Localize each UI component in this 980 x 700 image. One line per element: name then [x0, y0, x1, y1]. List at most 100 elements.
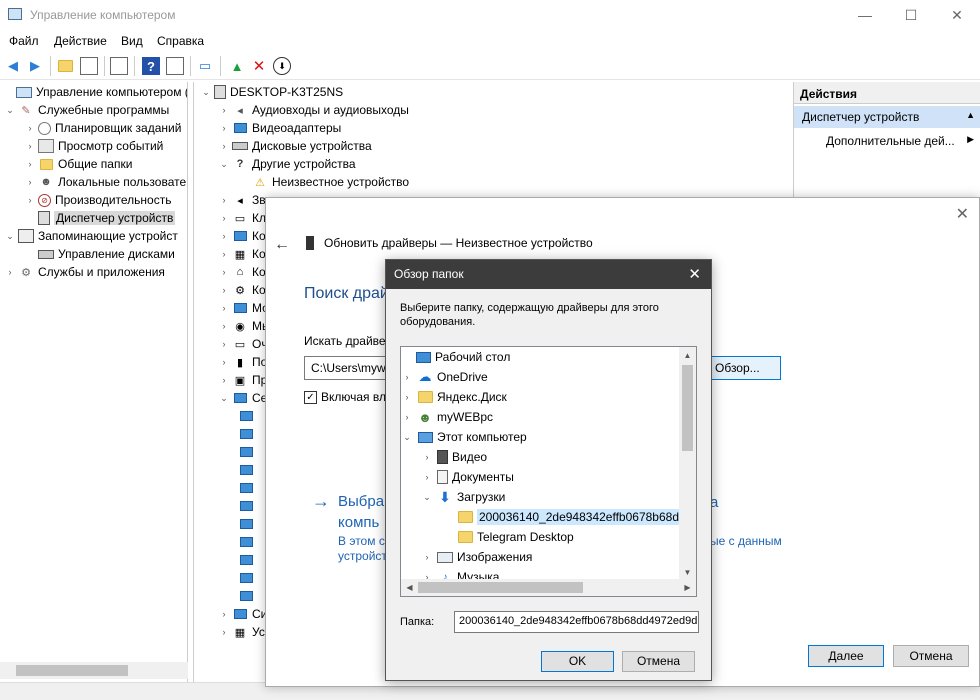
menu-view[interactable]: Вид — [121, 34, 143, 48]
network-adapter[interactable] — [238, 479, 258, 497]
collapse-arrow-icon[interactable]: ▲ — [966, 110, 975, 120]
link-arrow-icon[interactable]: → — [312, 491, 330, 512]
wizard-cancel-button[interactable]: Отмена — [893, 645, 969, 667]
include-subfolders-checkbox[interactable]: ✓ Включая вл — [304, 390, 386, 404]
device-category-partial[interactable]: › ▮ По — [218, 353, 268, 371]
show-hide-tree-icon[interactable] — [80, 57, 98, 75]
folder-tree-item-pictures[interactable]: › Изображения — [421, 547, 533, 567]
network-adapter[interactable] — [238, 425, 258, 443]
folder-tree-item-desktop[interactable]: Рабочий стол — [401, 347, 510, 367]
network-adapter[interactable] — [238, 569, 258, 587]
pick-from-list-link-line2[interactable]: компь — [338, 514, 379, 531]
folder-tree-item-video[interactable]: › Видео — [421, 447, 487, 467]
browse-button[interactable]: Обзор... — [706, 356, 781, 380]
scrollbar-thumb[interactable] — [418, 582, 583, 593]
scan-hardware-icon[interactable]: ▭ — [196, 57, 214, 75]
driver-path-input[interactable]: C:\Users\myw — [304, 356, 389, 380]
folder-path-input[interactable]: 200036140_2de948342effb0678b68dd4972ed9d — [454, 611, 699, 633]
device-category-partial[interactable]: › ▦ Ко — [218, 245, 266, 263]
device-category-partial[interactable]: › ⚙ Ко — [218, 281, 266, 299]
submenu-arrow-icon[interactable]: ▶ — [967, 134, 974, 145]
tree-item-shared-folders[interactable]: › Общие папки — [24, 155, 133, 173]
network-adapter[interactable] — [238, 443, 258, 461]
scrollbar-thumb[interactable] — [682, 365, 693, 451]
menu-action[interactable]: Действие — [54, 34, 107, 48]
actions-section-device-manager[interactable]: Диспетчер устройств ▲ — [794, 106, 980, 128]
pick-from-list-link[interactable]: Выбра — [338, 493, 384, 510]
minimize-button[interactable]: — — [842, 0, 888, 30]
back-arrow-icon[interactable]: ◀ — [4, 57, 22, 75]
help-icon[interactable]: ? — [142, 57, 160, 75]
properties-icon[interactable] — [110, 57, 128, 75]
up-folder-icon[interactable] — [56, 57, 74, 75]
disable-device-icon[interactable]: ⬇ — [273, 57, 291, 75]
device-category-other[interactable]: ⌄ ? Другие устройства — [218, 155, 355, 173]
device-category-partial[interactable]: › ▭ Кл — [218, 209, 267, 227]
device-category-partial[interactable]: › ▣ Пр — [218, 371, 268, 389]
maximize-button[interactable]: ☐ — [888, 0, 934, 30]
forward-arrow-icon[interactable]: ▶ — [26, 57, 44, 75]
tree-item-services-apps[interactable]: › ⚙ Службы и приложения — [4, 263, 165, 281]
device-tree-root[interactable]: ⌄ DESKTOP-K3T25NS — [200, 83, 343, 101]
folder-tree-item-this-pc[interactable]: ⌄ Этот компьютер — [401, 427, 527, 447]
device-category-audio[interactable]: › ◂ Аудиовходы и аудиовыходы — [218, 101, 409, 119]
network-adapter[interactable] — [238, 461, 258, 479]
next-button[interactable]: Далее — [808, 645, 884, 667]
device-category-partial[interactable]: › ▦ Ус — [218, 623, 265, 641]
device-category-partial[interactable]: › Мо — [218, 299, 269, 317]
device-category-partial[interactable]: › ◉ Мы — [218, 317, 271, 335]
browse-close-icon[interactable]: ✕ — [688, 265, 701, 283]
device-category-display[interactable]: › Видеоадаптеры — [218, 119, 342, 137]
scroll-right-icon[interactable]: ▶ — [679, 579, 696, 596]
device-category-disks[interactable]: › Дисковые устройства — [218, 137, 372, 155]
update-driver-icon[interactable]: ▲ — [228, 57, 246, 75]
folder-tree-item-yandex-disk[interactable]: › Яндекс.Диск — [401, 387, 507, 407]
device-category-partial[interactable]: › Ко — [218, 227, 266, 245]
more-actions-link[interactable]: Дополнительные дей... — [826, 134, 955, 148]
tree-item-disk-management[interactable]: Управление дисками — [24, 245, 175, 263]
close-button[interactable]: ✕ — [934, 0, 980, 30]
device-category-partial[interactable]: › ◂ Зв — [218, 191, 266, 209]
tree-item-performance[interactable]: › ⊘ Производительность — [24, 191, 172, 209]
device-category-network[interactable]: ⌄ Се — [218, 389, 267, 407]
left-pane-horizontal-scrollbar[interactable] — [0, 662, 188, 679]
folder-tree-item-selected-folder[interactable]: 200036140_2de948342effb0678b68dd4 — [441, 507, 695, 527]
tree-item-local-users[interactable]: › ☻ Локальные пользовате — [24, 173, 187, 191]
scroll-up-icon[interactable]: ▲ — [679, 347, 696, 364]
show-action-pane-icon[interactable] — [166, 57, 184, 75]
folder-tree-vertical-scrollbar[interactable]: ▲ ▼ — [679, 347, 696, 581]
folder-tree-item-user[interactable]: › ☻ myWEBpc — [401, 407, 494, 427]
folder-tree-item-downloads[interactable]: ⌄ ⬇ Загрузки — [421, 487, 505, 507]
menu-file[interactable]: Файл — [9, 34, 39, 48]
scroll-left-icon[interactable]: ◀ — [401, 579, 418, 596]
device-unknown[interactable]: ⚠ Неизвестное устройство — [238, 173, 409, 191]
checkmark-icon[interactable]: ✓ — [304, 390, 317, 404]
tree-item-event-viewer[interactable]: › Просмотр событий — [24, 137, 163, 155]
folder-tree-item-telegram[interactable]: Telegram Desktop — [441, 527, 574, 547]
network-adapter[interactable] — [238, 515, 258, 533]
ok-button[interactable]: OK — [541, 651, 614, 672]
folder-tree-item-documents[interactable]: › Документы — [421, 467, 514, 487]
folder-tree-item-onedrive[interactable]: › ☁ OneDrive — [401, 367, 488, 387]
folder-tree[interactable]: Рабочий стол › ☁ OneDrive › Яндекс.Диск … — [400, 346, 697, 597]
tree-item-task-scheduler[interactable]: › Планировщик заданий — [24, 119, 182, 137]
device-category-partial[interactable]: › Си — [218, 605, 268, 623]
network-adapter[interactable] — [238, 497, 258, 515]
tree-item-storage[interactable]: ⌄ Запоминающие устройст — [4, 227, 178, 245]
network-adapter[interactable] — [238, 551, 258, 569]
network-adapter[interactable] — [238, 407, 258, 425]
browse-cancel-button[interactable]: Отмена — [622, 651, 695, 672]
tree-item-computer-management[interactable]: Управление компьютером (л — [2, 83, 187, 101]
scrollbar-thumb[interactable] — [16, 665, 128, 676]
wizard-close-icon[interactable]: ✕ — [956, 204, 969, 224]
folder-tree-horizontal-scrollbar[interactable]: ◀ ▶ — [401, 579, 696, 596]
tree-item-device-manager[interactable]: Диспетчер устройств — [24, 209, 176, 227]
back-arrow-icon[interactable]: ← — [274, 236, 290, 254]
uninstall-device-icon[interactable]: ✕ — [250, 57, 268, 75]
device-category-partial[interactable]: › ▭ Оч — [218, 335, 268, 353]
device-category-partial[interactable]: › ⌂ Ко — [218, 263, 266, 281]
network-adapter[interactable] — [238, 587, 258, 605]
menu-help[interactable]: Справка — [157, 34, 204, 48]
network-adapter[interactable] — [238, 533, 258, 551]
tree-item-system-tools[interactable]: ⌄ ✎ Служебные программы — [4, 101, 169, 119]
